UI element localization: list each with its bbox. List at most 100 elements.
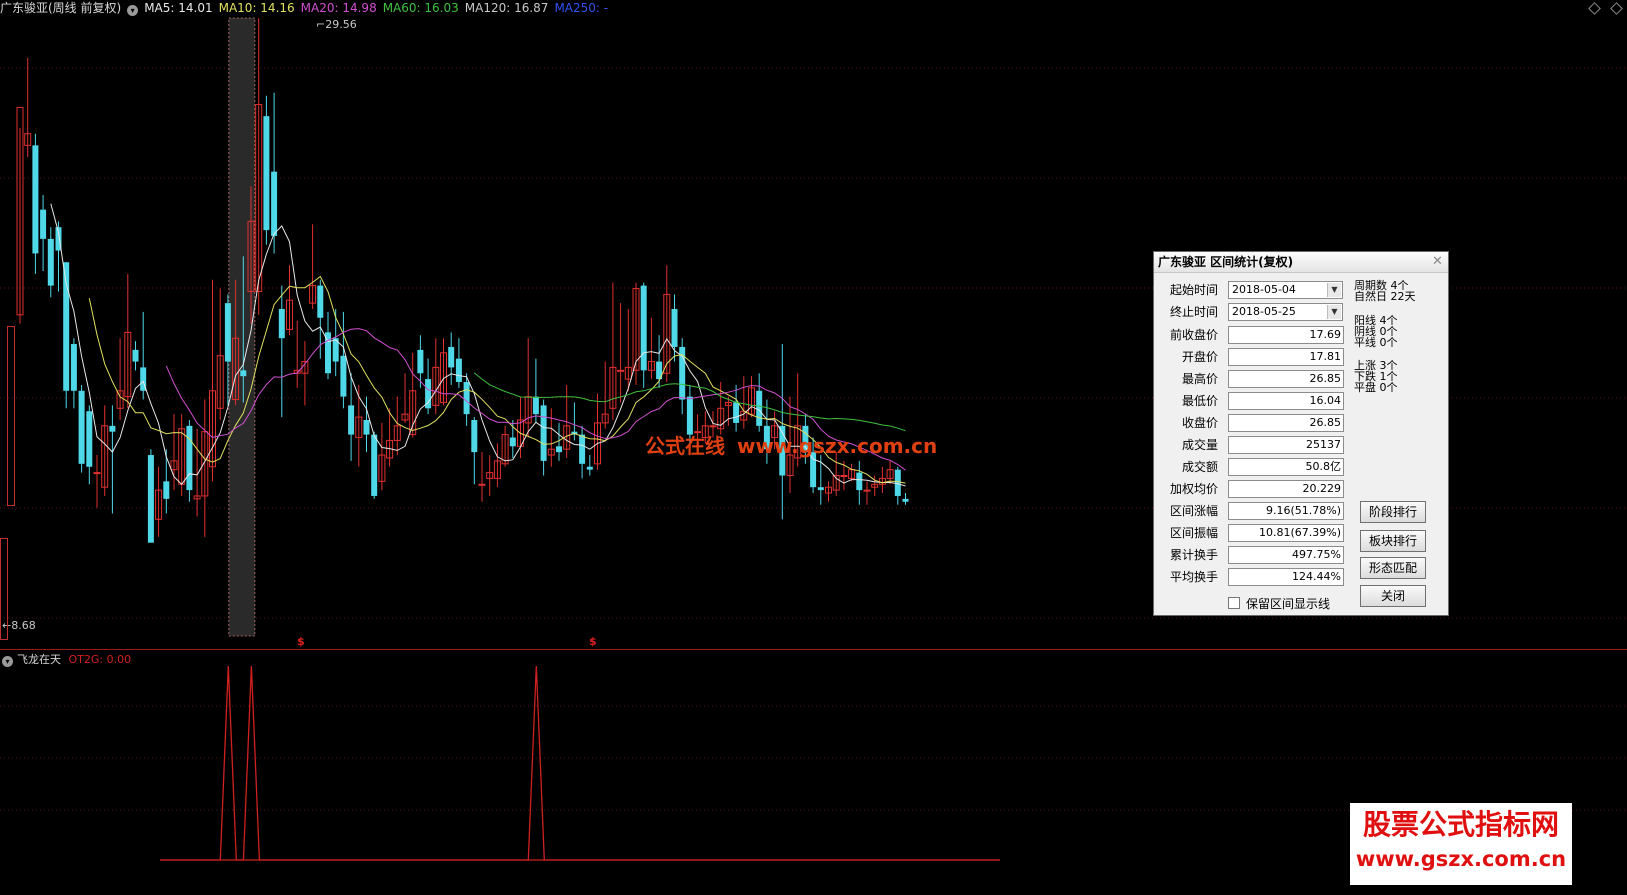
- indicator-menu-icon[interactable]: ▾: [2, 656, 13, 667]
- field-label: 成交量: [1181, 438, 1218, 452]
- candle-body: [47, 238, 54, 286]
- field-volume: 成交量 25137: [1154, 436, 1354, 454]
- candle-body: [863, 489, 871, 492]
- candle-body: [317, 285, 324, 318]
- field-label: 平均换手: [1169, 570, 1218, 584]
- sector-rank-button[interactable]: 板块排行: [1360, 530, 1426, 552]
- field-label: 最低价: [1181, 394, 1218, 408]
- candle-body: [32, 145, 39, 254]
- chevron-down-icon[interactable]: ▼: [1327, 305, 1341, 319]
- candle-body: [455, 358, 462, 383]
- stat-natural-days: 自然日 22天: [1354, 290, 1416, 303]
- candle-body: [463, 382, 470, 415]
- candle-body: [709, 425, 717, 428]
- candle-body: [186, 425, 193, 491]
- stock-title: 广东骏亚(周线 前复权): [0, 1, 122, 15]
- field-value: 17.69: [1228, 326, 1344, 344]
- dialog-title[interactable]: 广东骏亚 区间统计(复权): [1154, 252, 1448, 273]
- indicator-value: OT2G: 0.00: [68, 653, 132, 666]
- watermark-url: www.gszx.com.cn: [737, 434, 938, 458]
- field-range-amplitude: 区间振幅 10.81(67.39%): [1154, 524, 1354, 542]
- field-amount: 成交额 50.8亿: [1154, 458, 1354, 476]
- field-avg-turnover: 平均换手 124.44%: [1154, 568, 1354, 586]
- candle-body: [733, 402, 740, 423]
- field-label: 加权均价: [1169, 482, 1218, 496]
- candle-body: [856, 472, 863, 491]
- stage-rank-button[interactable]: 阶段排行: [1360, 501, 1426, 523]
- candle-body: [478, 483, 486, 486]
- candle-body: [902, 498, 909, 502]
- close-button[interactable]: 关闭: [1360, 585, 1426, 607]
- field-label: 收盘价: [1181, 416, 1218, 430]
- field-value: 497.75%: [1228, 546, 1344, 564]
- field-value: 20.229: [1228, 480, 1344, 498]
- selection-band: [228, 17, 256, 637]
- brand-title: 股票公式指标网: [1362, 808, 1559, 841]
- candle-body: [70, 344, 77, 391]
- field-value: 124.44%: [1228, 568, 1344, 586]
- candle-body: [109, 425, 116, 432]
- candle-body: [417, 349, 424, 374]
- start-date-select[interactable]: 2018-05-04 ▼: [1228, 281, 1343, 299]
- brand-url: www.gszx.com.cn: [1355, 847, 1567, 871]
- candle-body: [240, 370, 247, 377]
- field-prev-close: 前收盘价 17.69: [1154, 326, 1354, 344]
- candle-body: [756, 390, 763, 426]
- field-total-turnover: 累计换手 497.75%: [1154, 546, 1354, 564]
- stat-flat-count: 平线 0个: [1354, 336, 1398, 349]
- candle-body: [78, 390, 85, 464]
- candle-body: [348, 405, 355, 435]
- indicator-name: 飞龙在天: [17, 653, 61, 666]
- chevron-down-icon[interactable]: ▼: [1327, 283, 1341, 297]
- field-label: 区间振幅: [1169, 526, 1218, 540]
- candle-body: [840, 475, 848, 477]
- candle-body: [271, 171, 278, 236]
- ma60-label: MA60: 16.03: [382, 1, 459, 15]
- candle-body: [671, 308, 678, 347]
- ma10-label: MA10: 14.16: [218, 1, 295, 15]
- checkbox-box[interactable]: [1228, 597, 1240, 609]
- keep-interval-line-checkbox[interactable]: 保留区间显示线: [1228, 595, 1330, 612]
- candle-body: [163, 481, 170, 499]
- candle-body: [509, 437, 516, 447]
- watermark-cn: 公式在线: [645, 434, 725, 458]
- ma20-label: MA20: 14.98: [300, 1, 377, 15]
- candle-body: [817, 487, 824, 491]
- high-price-label: ⌐29.56: [316, 18, 357, 31]
- indicator-line: [160, 665, 1000, 861]
- field-label: 最高价: [1181, 372, 1218, 386]
- candle-body: [540, 405, 547, 461]
- pattern-match-button[interactable]: 形态匹配: [1360, 557, 1426, 579]
- field-label: 终止时间: [1169, 305, 1218, 319]
- volume-bar-upper: [7, 326, 15, 506]
- candle-body: [40, 209, 47, 239]
- candle-body: [532, 396, 539, 415]
- field-value: 16.04: [1228, 392, 1344, 410]
- field-value: 10.81(67.39%): [1228, 524, 1344, 542]
- field-value: 26.85: [1228, 370, 1344, 388]
- indicator-header: ▾ 飞龙在天 OT2G: 0.00: [2, 651, 131, 667]
- field-high: 最高价 26.85: [1154, 370, 1354, 388]
- end-date-select[interactable]: 2018-05-25 ▼: [1228, 303, 1343, 321]
- candle-body: [132, 349, 139, 362]
- dropdown-circle-icon[interactable]: ▾: [127, 5, 139, 16]
- candle-body: [586, 466, 593, 470]
- candle-body: [340, 355, 347, 397]
- close-icon[interactable]: ✕: [1431, 255, 1444, 268]
- ma120-label: MA120: 16.87: [464, 1, 549, 15]
- field-value: 26.85: [1228, 414, 1344, 432]
- candle-body: [617, 369, 625, 372]
- candle-body: [147, 455, 154, 543]
- panel-divider: [0, 649, 1627, 650]
- candle-body: [371, 434, 378, 496]
- chart-header: 广东骏亚(周线 前复权) ▾ MA5: 14.01 MA10: 14.16 MA20: …: [0, 0, 1627, 18]
- field-label: 开盘价: [1181, 350, 1218, 364]
- candle-body: [686, 396, 693, 435]
- interval-stats-dialog[interactable]: 广东骏亚 区间统计(复权) ✕ 起始时间 2018-05-04 ▼ 终止时间 20…: [1153, 251, 1449, 616]
- stat-even-count: 平盘 0个: [1354, 381, 1398, 394]
- brand-logo: 股票公式指标网 www.gszx.com.cn: [1350, 803, 1572, 885]
- chart-workspace[interactable]: 广东骏亚(周线 前复权) ▾ MA5: 14.01 MA10: 14.16 MA20: …: [0, 0, 1627, 895]
- field-start-time: 起始时间 2018-05-04 ▼: [1154, 281, 1354, 299]
- field-label: 区间涨幅: [1169, 504, 1218, 518]
- field-low: 最低价 16.04: [1154, 392, 1354, 410]
